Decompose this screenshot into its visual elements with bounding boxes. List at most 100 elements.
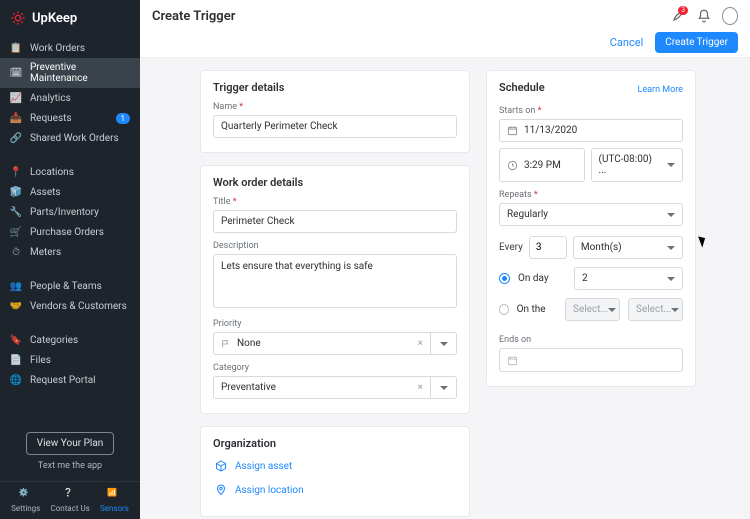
flag-icon: [221, 339, 231, 349]
trigger-details-card: Trigger details Name *: [200, 70, 470, 153]
on-the-ordinal-select[interactable]: Select...: [565, 298, 620, 321]
every-count-input[interactable]: [529, 236, 567, 259]
description-label: Description: [213, 241, 457, 251]
content: Trigger details Name * Work order detail…: [140, 58, 750, 519]
sidebar-bottom: View Your Plan Text me the app ⚙️Setting…: [0, 424, 140, 519]
sidebar-item-preventive-maintenance[interactable]: 🗓Preventive Maintenance: [0, 58, 140, 88]
timezone-select[interactable]: (UTC-08:00) ...: [591, 148, 683, 182]
sidebar-item-files[interactable]: 📄 Files: [0, 350, 140, 370]
priority-caret[interactable]: [431, 332, 457, 355]
sidebar-item-label: Files: [30, 355, 51, 366]
sidebar-item-label: People & Teams: [30, 281, 102, 292]
chevron-down-icon: [608, 308, 616, 312]
assign-asset-link[interactable]: Assign asset: [213, 454, 457, 478]
sidebar-item-parts-inventory[interactable]: 🔧Parts/Inventory: [0, 202, 140, 222]
topbar: Create Trigger 3: [140, 0, 750, 32]
work-order-details-card: Work order details Title * Description P…: [200, 165, 470, 414]
sidebar-item-request-portal[interactable]: 🌐Request Portal: [0, 370, 140, 390]
wo-title-input[interactable]: [213, 210, 457, 233]
rocket-icon[interactable]: 3: [670, 8, 686, 24]
sidebar-item-vendors-customers[interactable]: 🤝Vendors & Customers: [0, 296, 140, 316]
sidebar-item-assets[interactable]: 🧊Assets: [0, 182, 140, 202]
start-time-input[interactable]: 3:29 PM: [499, 148, 585, 182]
repeats-label: Repeats *: [499, 190, 683, 200]
start-time-value: 3:29 PM: [524, 160, 561, 171]
cube-icon: [215, 460, 227, 472]
clear-priority-icon[interactable]: ×: [418, 338, 423, 349]
chevron-down-icon: [667, 246, 675, 250]
page-title: Create Trigger: [152, 9, 235, 24]
sidebar-item-requests[interactable]: 📥 Requests 1: [0, 108, 140, 128]
on-day-label: On day: [518, 273, 566, 284]
organization-heading: Organization: [213, 437, 457, 450]
ends-on-input[interactable]: [499, 348, 683, 372]
sidebar-item-locations[interactable]: 📍Locations: [0, 162, 140, 182]
priority-value: None: [237, 338, 261, 349]
tag-icon: 🔖: [10, 334, 22, 346]
schedule-card: Schedule Learn More Starts on * 11/13/20…: [486, 70, 696, 387]
avatar[interactable]: [722, 8, 738, 24]
organization-card: Organization Assign asset Assign locatio…: [200, 426, 470, 517]
sidebar-item-label: Shared Work Orders: [30, 133, 119, 144]
inbox-icon: 📥: [10, 112, 22, 124]
learn-more-link[interactable]: Learn More: [638, 85, 684, 95]
ends-on-label: Ends on: [499, 335, 683, 345]
contact-label: Contact Us: [51, 504, 90, 513]
on-day-radio[interactable]: [499, 273, 510, 284]
gear-icon: [10, 10, 26, 26]
settings-button[interactable]: ⚙️Settings: [11, 488, 40, 513]
view-plan-button[interactable]: View Your Plan: [26, 432, 115, 455]
on-day-value: 2: [582, 273, 588, 284]
requests-badge: 1: [116, 113, 131, 124]
share-icon: 🔗: [10, 132, 22, 144]
on-the-day-value: Select...: [636, 304, 671, 315]
sidebar-item-label: Requests: [30, 113, 72, 124]
create-trigger-button[interactable]: Create Trigger: [655, 32, 738, 53]
sidebar-item-analytics[interactable]: 📈Analytics: [0, 88, 140, 108]
assign-location-link[interactable]: Assign location: [213, 478, 457, 502]
wo-description-input[interactable]: [213, 254, 457, 308]
sidebar-item-shared-work-orders[interactable]: 🔗 Shared Work Orders: [0, 128, 140, 148]
every-unit-value: Month(s): [581, 242, 622, 253]
sidebar-item-categories[interactable]: 🔖Categories: [0, 330, 140, 350]
on-the-radio[interactable]: [499, 304, 509, 315]
sidebar-item-meters[interactable]: ⏱Meters: [0, 242, 140, 262]
cancel-button[interactable]: Cancel: [610, 36, 643, 49]
notif-count: 3: [678, 6, 688, 15]
category-select[interactable]: Preventative ×: [213, 376, 457, 399]
contact-us-button[interactable]: ❔Contact Us: [51, 488, 90, 513]
start-date-input[interactable]: 11/13/2020: [499, 119, 683, 142]
sidebar-item-label: Vendors & Customers: [30, 301, 127, 312]
repeats-value: Regularly: [507, 209, 548, 220]
calendar-icon: [507, 125, 518, 136]
chevron-down-icon: [440, 386, 448, 390]
sensors-button[interactable]: 📶Sensors: [100, 488, 129, 513]
sidebar-item-work-orders[interactable]: 📋Work Orders: [0, 38, 140, 58]
pin-icon: 📍: [10, 166, 22, 178]
chevron-down-icon: [667, 277, 675, 281]
bell-icon[interactable]: [696, 8, 712, 24]
text-me-app[interactable]: Text me the app: [38, 461, 102, 471]
file-icon: 📄: [10, 354, 22, 366]
sidebar-item-label: Parts/Inventory: [30, 207, 99, 218]
every-unit-select[interactable]: Month(s): [573, 236, 683, 259]
sidebar-item-label: Preventive Maintenance: [30, 62, 130, 84]
trigger-name-input[interactable]: [213, 115, 457, 138]
on-day-select[interactable]: 2: [574, 267, 683, 290]
start-date-value: 11/13/2020: [524, 125, 577, 136]
chevron-down-icon: [440, 342, 448, 346]
clear-category-icon[interactable]: ×: [418, 382, 423, 393]
repeats-select[interactable]: Regularly: [499, 203, 683, 226]
priority-select[interactable]: None ×: [213, 332, 457, 355]
category-caret[interactable]: [431, 376, 457, 399]
name-label: Name *: [213, 102, 457, 112]
clipboard-icon: 📋: [10, 42, 22, 54]
action-bar: Cancel Create Trigger: [140, 32, 750, 58]
gear-icon: ⚙️: [19, 488, 33, 502]
title-label: Title *: [213, 197, 457, 207]
calendar-icon: [507, 355, 518, 366]
brand: UpKeep: [0, 0, 140, 34]
on-the-day-select[interactable]: Select...: [628, 298, 683, 321]
sidebar-item-purchase-orders[interactable]: 🛒Purchase Orders: [0, 222, 140, 242]
sidebar-item-people-teams[interactable]: 👥People & Teams: [0, 276, 140, 296]
